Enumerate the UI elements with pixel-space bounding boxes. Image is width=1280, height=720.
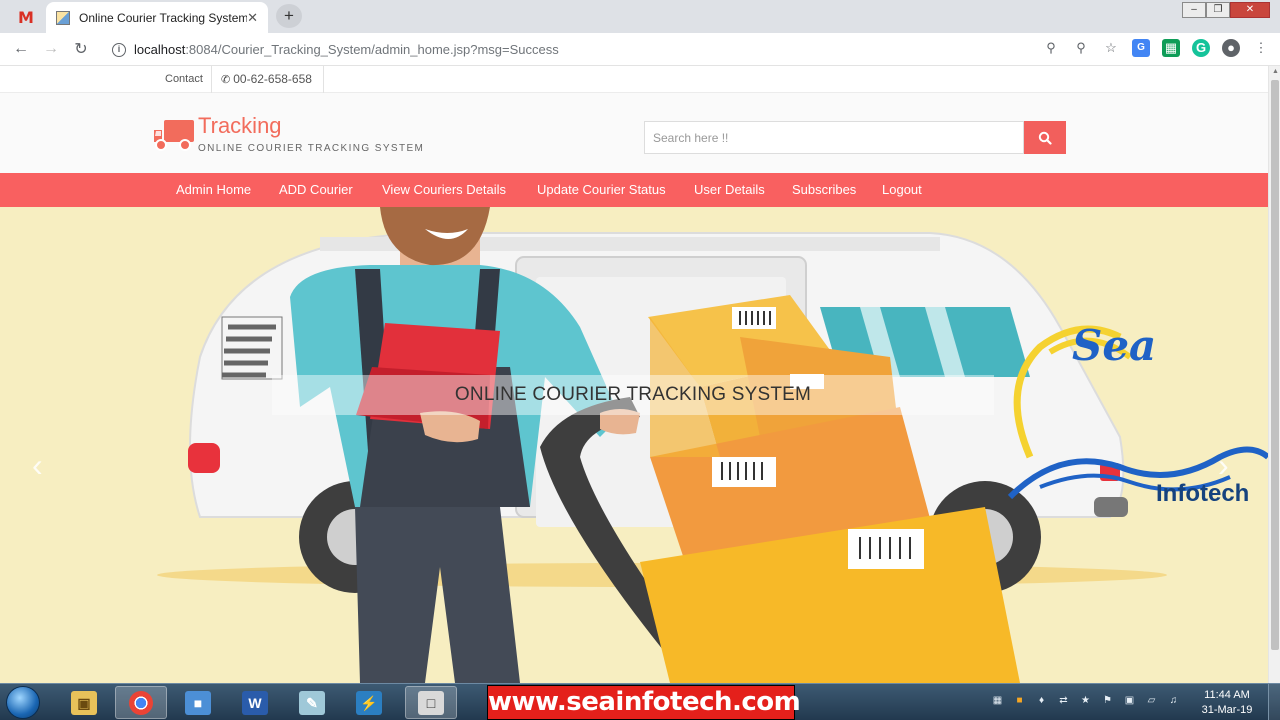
back-arrow-icon[interactable]: ←	[6, 40, 36, 58]
nav-add-courier[interactable]: ADD Courier	[279, 182, 353, 197]
nav-subscribes[interactable]: Subscribes	[792, 182, 856, 197]
gmail-tab[interactable]: M	[8, 5, 44, 29]
tray-app-icon[interactable]: ▣	[1122, 693, 1137, 708]
window-icon: □	[418, 690, 444, 715]
nav-view-couriers[interactable]: View Couriers Details	[382, 182, 506, 197]
new-tab-button[interactable]: +	[276, 4, 302, 28]
nav-update-status[interactable]: Update Courier Status	[537, 182, 666, 197]
reload-icon[interactable]: ↻	[66, 39, 96, 59]
clock-date: 31-Mar-19	[1201, 704, 1253, 716]
volume-icon[interactable]: ♫	[1166, 693, 1181, 708]
brand-name[interactable]: Tracking	[198, 113, 282, 139]
clock[interactable]: 11:44 AM 31-Mar-19	[1196, 688, 1258, 718]
seainfotech-banner: www.seainfotech.com	[487, 685, 801, 720]
site-header: Tracking ONLINE COURIER TRACKING SYSTEM …	[0, 93, 1268, 173]
active-tab[interactable]: Online Courier Tracking System ✕	[46, 2, 268, 33]
nav-admin-home[interactable]: Admin Home	[176, 182, 251, 197]
system-tray: ▦ ■ ♦ ⇄ ★ ⚑ ▣ ▱ ♫	[990, 693, 1181, 708]
chrome-icon	[129, 690, 153, 715]
signal-icon[interactable]: ▱	[1144, 693, 1159, 708]
phone-number: ✆ 00-62-658-658	[221, 72, 312, 86]
contact-bar: Contact ✆ 00-62-658-658	[0, 66, 1268, 93]
tray-network-adapter-icon[interactable]: ⇄	[1056, 693, 1071, 708]
truck-logo-icon[interactable]	[152, 118, 196, 152]
minimize-button[interactable]: ‒	[1182, 2, 1206, 18]
gmail-icon: M	[18, 7, 34, 27]
flag-icon[interactable]: ⚑	[1100, 693, 1115, 708]
windows-taskbar: ▣ ■ W ✎ ⚡ □ www.seainfotech.com ▦ ■ ♦ ⇄ …	[0, 683, 1280, 720]
divider	[323, 66, 324, 93]
key-icon[interactable]: ⚲	[1042, 39, 1060, 57]
menu-icon[interactable]: ⋮	[1252, 39, 1270, 57]
browser-tab-bar: M Online Courier Tracking System ✕ + ‒ ❐…	[0, 0, 1280, 33]
divider	[211, 66, 212, 93]
start-button[interactable]	[6, 686, 40, 719]
tab-title: Online Courier Tracking System	[79, 10, 248, 25]
tray-app-icon[interactable]: ♦	[1034, 693, 1049, 708]
url-host: localhost	[134, 42, 186, 57]
notes-icon: ✎	[299, 690, 325, 715]
taskbar-app-3d[interactable]: ■	[172, 686, 224, 719]
nav-user-details[interactable]: User Details	[694, 182, 765, 197]
taskbar-explorer[interactable]: ▣	[58, 686, 110, 719]
site-favicon-icon	[56, 10, 70, 25]
watermark-infotech: Infotech	[1156, 480, 1250, 507]
search-input[interactable]: Search here !!	[644, 121, 1024, 154]
hero-illustration	[157, 207, 1268, 683]
account-icon[interactable]: ●	[1222, 39, 1240, 57]
close-window-button[interactable]: ✕	[1230, 2, 1270, 18]
toolbar-actions: ⚲ ⚲ ☆ G ▦ G ● ⋮	[1042, 39, 1270, 57]
forward-arrow-icon[interactable]: →	[36, 40, 66, 58]
taskbar-app-5[interactable]: ✎	[286, 686, 338, 719]
taskbar-chrome[interactable]	[115, 686, 167, 719]
clock-time: 11:44 AM	[1204, 689, 1250, 701]
taskbar-app-7[interactable]: □	[405, 686, 457, 719]
maximize-button[interactable]: ❐	[1206, 2, 1230, 18]
browser-toolbar: ← → ↻ i localhost:8084/Courier_Tracking_…	[0, 33, 1280, 66]
nav-logout[interactable]: Logout	[882, 182, 922, 197]
search-button[interactable]	[1024, 121, 1066, 154]
scroll-up-icon[interactable]: ▲	[1272, 68, 1279, 75]
search-icon	[1038, 131, 1052, 145]
google-translate-icon[interactable]: G	[1132, 39, 1150, 57]
tray-app-icon[interactable]: ■	[1012, 693, 1027, 708]
phone-text: 00-62-658-658	[233, 72, 312, 86]
window-controls: ‒ ❐ ✕	[1182, 2, 1270, 18]
bookmark-star-icon[interactable]: ☆	[1102, 39, 1120, 57]
bluetooth-icon[interactable]: ★	[1078, 693, 1093, 708]
page-scrollbar[interactable]: ▲	[1268, 66, 1280, 683]
lightning-icon: ⚡	[356, 690, 382, 715]
carousel-next-icon[interactable]: ›	[1218, 447, 1229, 484]
url-path: :8084/Courier_Tracking_System/admin_home…	[185, 42, 559, 57]
taskbar-word[interactable]: W	[229, 686, 281, 719]
grammarly-icon[interactable]: G	[1192, 39, 1210, 57]
show-desktop-button[interactable]	[1268, 684, 1280, 720]
carousel-prev-icon[interactable]: ‹	[32, 447, 43, 484]
contact-link[interactable]: Contact	[165, 73, 203, 85]
taskbar-app-6[interactable]: ⚡	[343, 686, 395, 719]
cube-icon: ■	[185, 690, 211, 715]
phone-icon: ✆	[221, 74, 231, 86]
address-bar[interactable]: i localhost:8084/Courier_Tracking_System…	[104, 36, 1104, 63]
folder-icon: ▣	[71, 690, 97, 715]
watermark-sea: Sea	[1072, 321, 1157, 370]
scrollbar-thumb[interactable]	[1271, 80, 1279, 650]
tab-close-icon[interactable]: ✕	[247, 10, 258, 26]
tray-app-icon[interactable]: ▦	[990, 693, 1005, 708]
hero-carousel: Sea Infotech ONLINE COURIER TRACKING SYS…	[0, 207, 1268, 683]
sheets-extension-icon[interactable]: ▦	[1162, 39, 1180, 57]
info-icon[interactable]: i	[112, 42, 126, 57]
web-page: Contact ✆ 00-62-658-658 Tracking ONLINE C…	[0, 66, 1268, 683]
main-navbar: Admin Home ADD Courier View Couriers Det…	[0, 173, 1268, 207]
zoom-icon[interactable]: ⚲	[1072, 39, 1090, 57]
hero-caption: ONLINE COURIER TRACKING SYSTEM	[272, 375, 994, 415]
brand-tagline: ONLINE COURIER TRACKING SYSTEM	[198, 143, 425, 154]
word-icon: W	[242, 690, 268, 715]
